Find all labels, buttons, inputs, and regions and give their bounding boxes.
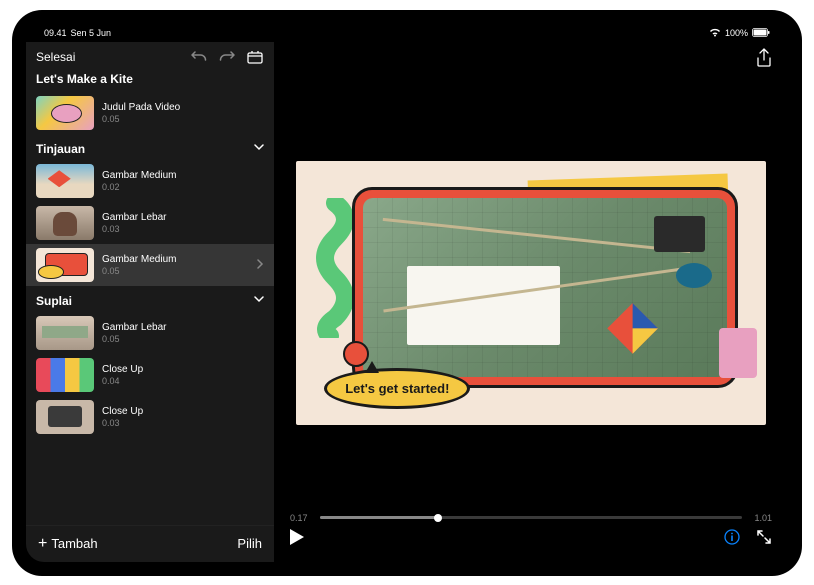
sidebar-header: Selesai — [26, 42, 274, 68]
time-total: 1.01 — [750, 513, 772, 523]
preview-header — [274, 42, 788, 70]
clip-duration: 0.03 — [102, 224, 264, 234]
clip-thumbnail — [36, 248, 94, 282]
select-button[interactable]: Pilih — [237, 536, 262, 551]
add-label: Tambah — [51, 536, 97, 551]
clip-thumbnail — [36, 400, 94, 434]
speech-bubble: Let's get started! — [324, 368, 470, 409]
clip-name: Gambar Lebar — [102, 212, 264, 223]
clip-duration: 0.05 — [102, 334, 264, 344]
status-bar: 09.41 Sen 5 Jun 100% — [26, 24, 788, 42]
title-clip-item[interactable]: Judul Pada Video 0.05 — [26, 92, 274, 134]
status-time: 09.41 — [44, 28, 67, 38]
preview-frame[interactable]: Let's get started! — [296, 161, 766, 425]
plus-icon: + — [38, 536, 47, 552]
clip-item[interactable]: Gambar Lebar 0.03 — [26, 202, 274, 244]
clip-thumbnail — [36, 358, 94, 392]
sidebar: Selesai Let's Make a Kite — [26, 42, 274, 562]
screen: ••• 09.41 Sen 5 Jun 100% Selesai — [26, 24, 788, 562]
clip-name: Close Up — [102, 406, 264, 417]
playhead[interactable] — [434, 514, 442, 522]
clip-duration: 0.03 — [102, 418, 264, 428]
decoration-pink — [719, 328, 757, 378]
clip-item[interactable]: Close Up 0.04 — [26, 354, 274, 396]
storyboard-button[interactable] — [246, 48, 264, 66]
add-button[interactable]: + Tambah — [38, 536, 98, 552]
clip-item[interactable]: Gambar Lebar 0.05 — [26, 312, 274, 354]
sidebar-footer: + Tambah Pilih — [26, 525, 274, 562]
clip-thumbnail — [36, 96, 94, 130]
clip-list[interactable]: Judul Pada Video 0.05 Tinjauan Gam — [26, 92, 274, 525]
chevron-down-icon — [254, 143, 264, 154]
main-area: Selesai Let's Make a Kite — [26, 42, 788, 562]
status-date: Sen 5 Jun — [71, 28, 112, 38]
share-button[interactable] — [756, 48, 774, 66]
clip-duration: 0.04 — [102, 376, 264, 386]
clip-name: Gambar Medium — [102, 254, 249, 265]
time-current: 0.17 — [290, 513, 312, 523]
preview-area: Let's get started! 0.17 1.01 — [274, 42, 788, 562]
section-title: Suplai — [36, 294, 72, 308]
timeline-scrubber[interactable] — [320, 516, 742, 519]
battery-icon — [752, 28, 770, 37]
section-title: Tinjauan — [36, 142, 85, 156]
clip-thumbnail — [36, 316, 94, 350]
clip-thumbnail — [36, 206, 94, 240]
fullscreen-button[interactable] — [756, 529, 772, 550]
section-header-suplai[interactable]: Suplai — [26, 286, 274, 312]
chevron-right-icon — [257, 258, 264, 272]
clip-name: Gambar Medium — [102, 170, 264, 181]
clip-duration: 0.02 — [102, 182, 264, 192]
clip-name: Gambar Lebar — [102, 322, 264, 333]
done-button[interactable]: Selesai — [36, 50, 75, 64]
clip-duration: 0.05 — [102, 266, 249, 276]
clip-thumbnail — [36, 164, 94, 198]
ipad-device-frame: ••• 09.41 Sen 5 Jun 100% Selesai — [12, 10, 802, 576]
clip-item[interactable]: Gambar Medium 0.02 — [26, 160, 274, 202]
clip-duration: 0.05 — [102, 114, 264, 124]
photo-content — [363, 198, 726, 377]
clip-item-selected[interactable]: Gambar Medium 0.05 — [26, 244, 274, 286]
redo-button[interactable] — [218, 48, 236, 66]
photo-frame — [352, 187, 737, 388]
clip-name: Close Up — [102, 364, 264, 375]
preview-viewport: Let's get started! — [274, 70, 788, 507]
wifi-icon — [709, 28, 721, 37]
section-header-tinjauan[interactable]: Tinjauan — [26, 134, 274, 160]
undo-button[interactable] — [190, 48, 208, 66]
playback-controls: 0.17 1.01 — [274, 507, 788, 562]
battery-percent: 100% — [725, 28, 748, 38]
clip-item[interactable]: Close Up 0.03 — [26, 396, 274, 438]
play-button[interactable] — [290, 529, 304, 550]
project-title: Let's Make a Kite — [26, 68, 274, 92]
info-button[interactable] — [724, 529, 740, 550]
chevron-down-icon — [254, 295, 264, 306]
clip-name: Judul Pada Video — [102, 102, 264, 113]
